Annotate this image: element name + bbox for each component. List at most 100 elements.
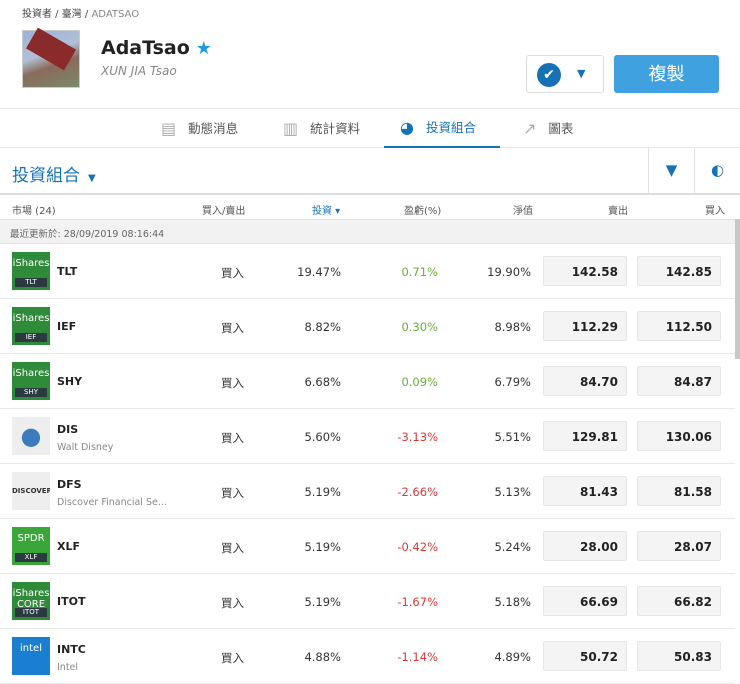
table-row[interactable]: iShares IEF IEF 買入 8.82% 0.30% 8.98% 112…	[0, 299, 735, 354]
action: 買入	[221, 596, 244, 610]
buy-price-button[interactable]: 81.58	[637, 476, 721, 506]
watch-dropdown-button[interactable]: ✔ ▼	[526, 55, 604, 93]
sell-price-button[interactable]: 84.70	[543, 366, 627, 396]
pnl: -1.67%	[397, 595, 438, 609]
pnl: 0.71%	[401, 265, 438, 279]
col-value[interactable]: 淨值	[513, 202, 533, 217]
buy-price-button[interactable]: 142.85	[637, 256, 721, 286]
sell-price-button[interactable]: 66.69	[543, 586, 627, 616]
instrument-name: Discover Financial Se...	[57, 497, 167, 508]
instrument-logo: iShares TLT	[12, 252, 50, 290]
col-pnl[interactable]: 盈虧(%)	[404, 202, 441, 217]
last-updated: 最近更新於: 28/09/2019 08:16:44	[0, 219, 735, 244]
table-row[interactable]: intel INTC Intel 買入 4.88% -1.14% 4.89% 5…	[0, 629, 735, 684]
table-row[interactable]: iShares SHY SHY 買入 6.68% 0.09% 6.79% 84.…	[0, 354, 735, 409]
ticker[interactable]: XLF	[57, 540, 80, 553]
star-icon[interactable]: ★	[196, 38, 212, 59]
table-row[interactable]: ● DIS Walt Disney 買入 5.60% -3.13% 5.51% …	[0, 409, 735, 464]
sell-price-button[interactable]: 112.29	[543, 311, 627, 341]
breadcrumb-current: ADATSAO	[91, 9, 140, 20]
value: 6.79%	[494, 375, 531, 389]
ticker[interactable]: TLT	[57, 265, 77, 278]
value: 19.90%	[487, 265, 531, 279]
table-row[interactable]: SPDR XLF XLF 買入 5.19% -0.42% 5.24% 28.00…	[0, 519, 735, 574]
chevron-down-icon: ▼	[88, 173, 96, 184]
value: 5.51%	[494, 430, 531, 444]
scrollbar[interactable]	[735, 219, 740, 359]
portfolio-header: 投資組合 ▼ ▼ ◐	[0, 148, 740, 195]
buy-price-button[interactable]: 50.83	[637, 641, 721, 671]
pie-chart-icon: ◕	[400, 117, 414, 137]
filter-button[interactable]: ▼	[648, 148, 694, 193]
table-row[interactable]: DISCOVER DFS Discover Financial Se... 買入…	[0, 464, 735, 519]
sell-price-button[interactable]: 28.00	[543, 531, 627, 561]
buy-price-button[interactable]: 66.82	[637, 586, 721, 616]
instrument-logo: intel	[12, 637, 50, 675]
value: 4.89%	[494, 650, 531, 664]
pnl: -2.66%	[397, 485, 438, 499]
table-row[interactable]: iShares CORE ITOT ITOT 買入 5.19% -1.67% 5…	[0, 574, 735, 629]
pnl: -1.14%	[397, 650, 438, 664]
instrument-name: Walt Disney	[57, 442, 114, 453]
ticker[interactable]: INTC	[57, 643, 86, 656]
tab-news[interactable]: ▤ 動態消息	[145, 109, 254, 148]
value: 5.18%	[494, 595, 531, 609]
check-icon: ✔	[537, 63, 561, 87]
action: 買入	[221, 266, 244, 280]
avatar	[22, 30, 80, 88]
table-row[interactable]: iShares TLT TLT 買入 19.47% 0.71% 19.90% 1…	[0, 244, 735, 299]
instrument-logo: iShares CORE ITOT	[12, 582, 50, 620]
refresh-button[interactable]: ◐	[694, 148, 740, 193]
instrument-logo: DISCOVER	[12, 472, 50, 510]
breadcrumb-country[interactable]: 臺灣	[62, 9, 82, 20]
action: 買入	[221, 541, 244, 555]
news-icon: ▤	[161, 118, 177, 138]
sell-price-button[interactable]: 50.72	[543, 641, 627, 671]
profile-full-name: XUN JIA Tsao	[101, 64, 177, 78]
ticker[interactable]: DFS	[57, 478, 82, 491]
col-buy[interactable]: 買入	[705, 202, 725, 217]
table-header: 市場 (24) 買入/賣出 投資 ▾ 盈虧(%) 淨值 賣出 買入	[0, 195, 740, 219]
buy-price-button[interactable]: 28.07	[637, 531, 721, 561]
pnl: 0.09%	[401, 375, 438, 389]
breadcrumb: 投資者 / 臺灣 / ADATSAO	[22, 9, 140, 20]
tab-stats[interactable]: ▥ 統計資料	[267, 109, 376, 148]
sort-desc-icon: ▾	[332, 206, 341, 217]
pnl: -3.13%	[397, 430, 438, 444]
col-action[interactable]: 買入/賣出	[202, 202, 245, 217]
buy-price-button[interactable]: 130.06	[637, 421, 721, 451]
buy-price-button[interactable]: 84.87	[637, 366, 721, 396]
sell-price-button[interactable]: 129.81	[543, 421, 627, 451]
value: 5.13%	[494, 485, 531, 499]
trend-icon: ↗	[523, 118, 537, 138]
tab-bar: ▤ 動態消息 ▥ 統計資料 ◕ 投資組合 ↗ 圖表	[0, 108, 740, 148]
sell-price-button[interactable]: 81.43	[543, 476, 627, 506]
copy-button[interactable]: 複製	[614, 55, 719, 93]
col-invested[interactable]: 投資 ▾	[312, 202, 340, 217]
filter-icon: ▼	[665, 161, 678, 179]
tab-portfolio[interactable]: ◕ 投資組合	[384, 109, 500, 148]
ticker[interactable]: SHY	[57, 375, 82, 388]
portfolio-dropdown[interactable]: 投資組合 ▼	[12, 161, 96, 186]
pnl: 0.30%	[401, 320, 438, 334]
col-sell[interactable]: 賣出	[608, 202, 628, 217]
instrument-logo: SPDR XLF	[12, 527, 50, 565]
sell-price-button[interactable]: 142.58	[543, 256, 627, 286]
breadcrumb-investors[interactable]: 投資者	[22, 9, 52, 20]
ticker[interactable]: ITOT	[57, 595, 85, 608]
action: 買入	[221, 431, 244, 445]
ticker[interactable]: IEF	[57, 320, 76, 333]
action: 買入	[221, 486, 244, 500]
tab-chart[interactable]: ↗ 圖表	[507, 109, 589, 148]
refresh-icon: ◐	[710, 161, 725, 179]
col-market[interactable]: 市場 (24)	[12, 202, 56, 217]
buy-price-button[interactable]: 112.50	[637, 311, 721, 341]
invested: 4.88%	[304, 650, 341, 664]
chevron-down-icon: ▼	[577, 67, 586, 80]
instrument-logo: iShares SHY	[12, 362, 50, 400]
invested: 5.19%	[304, 540, 341, 554]
ticker[interactable]: DIS	[57, 423, 78, 436]
invested: 5.60%	[304, 430, 341, 444]
bar-chart-icon: ▥	[283, 118, 299, 138]
invested: 8.82%	[304, 320, 341, 334]
